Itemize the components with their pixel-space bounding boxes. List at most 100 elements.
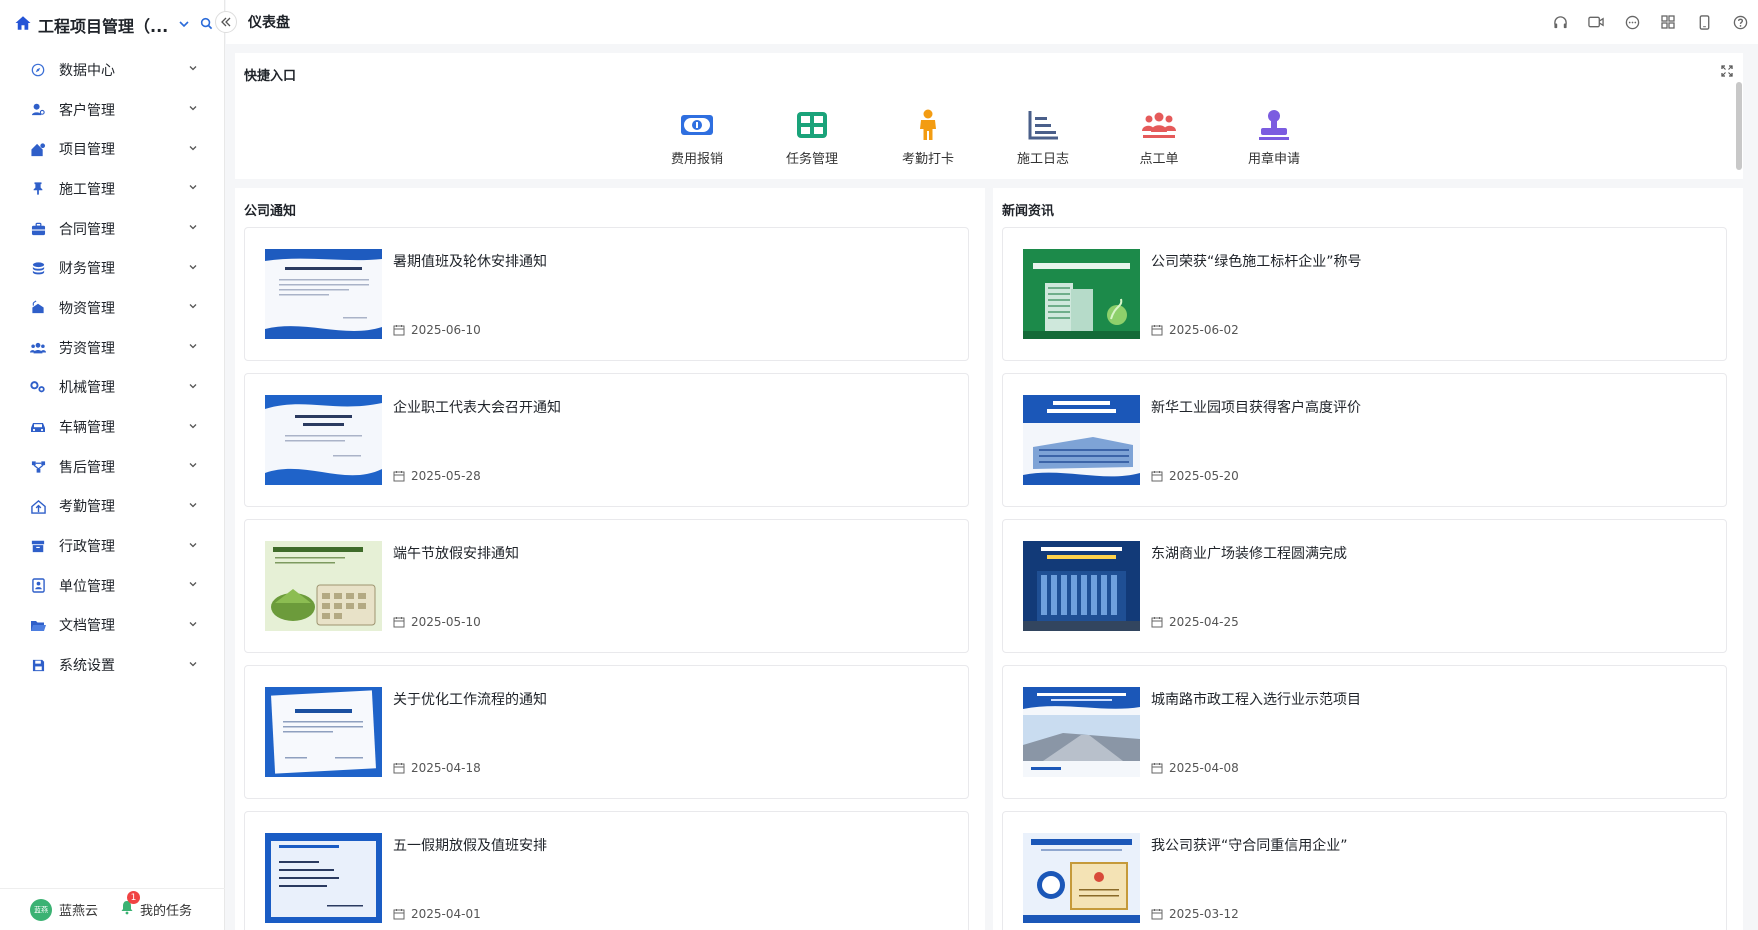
sidebar-item-construction[interactable]: 施工管理	[0, 169, 224, 209]
notice-card[interactable]: 关于优化工作流程的通知 2025-04-18	[244, 665, 969, 799]
quick-item-label: 费用报销	[670, 152, 723, 167]
sidebar-item-contract[interactable]: 合同管理	[0, 209, 224, 249]
notice-title[interactable]: 关于优化工作流程的通知	[393, 689, 547, 709]
sidebar-menu: 数据中心 客户管理 项目管理 施工管理 合同管理 财务管理 物资管理 劳资管理 …	[0, 50, 224, 685]
sidebar: 工程项目管理（... 数据中心 客户管理 项目管理 施工管理 合同管理 财务管理…	[0, 0, 225, 930]
notice-date-text: 2025-05-28	[411, 469, 481, 483]
network-icon	[30, 459, 46, 475]
news-title[interactable]: 我公司获评“守合同重信用企业”	[1151, 835, 1348, 855]
sidebar-item-after-sales[interactable]: 售后管理	[0, 447, 224, 487]
sidebar-item-label: 合同管理	[59, 221, 115, 238]
my-tasks-button[interactable]: 1 我的任务	[120, 891, 193, 919]
chevron-down-icon	[188, 460, 198, 473]
news-date: 2025-03-12	[1151, 907, 1239, 921]
chevron-down-icon	[188, 659, 198, 672]
news-panel: 新闻资讯 公司荣获“绿色施工标杆企业”称号 2025-06-02 新华工业园项目…	[993, 188, 1743, 930]
quick-entry-title: 快捷入口	[244, 69, 297, 84]
sidebar-item-label: 系统设置	[59, 658, 115, 675]
chevron-down-icon	[188, 579, 198, 592]
sidebar-item-label: 财务管理	[59, 261, 115, 278]
house-arrow-icon	[30, 498, 46, 514]
notice-card[interactable]: 端午节放假安排通知 2025-05-10	[244, 519, 969, 653]
sidebar-item-label: 车辆管理	[59, 420, 115, 437]
app-title[interactable]: 工程项目管理（...	[38, 13, 168, 37]
sidebar-item-attendance[interactable]: 考勤管理	[0, 487, 224, 527]
apps-grid-icon[interactable]	[1650, 15, 1686, 29]
quick-item-tasks[interactable]: 任务管理	[767, 109, 857, 167]
home-icon[interactable]	[14, 14, 32, 36]
notice-date: 2025-06-10	[393, 323, 481, 337]
sidebar-item-materials[interactable]: 物资管理	[0, 288, 224, 328]
fullscreen-icon[interactable]	[1721, 65, 1733, 81]
quick-item-work-order[interactable]: 点工单	[1114, 109, 1204, 167]
my-tasks-label: 我的任务	[140, 904, 193, 919]
sidebar-item-admin[interactable]: 行政管理	[0, 526, 224, 566]
sidebar-item-project[interactable]: 项目管理	[0, 129, 224, 169]
sidebar-item-unit[interactable]: 单位管理	[0, 566, 224, 606]
news-title[interactable]: 新华工业园项目获得客户高度评价	[1151, 397, 1361, 417]
chevron-down-icon	[188, 500, 198, 513]
scrollbar[interactable]	[1736, 82, 1742, 170]
sidebar-item-customer[interactable]: 客户管理	[0, 90, 224, 130]
quick-item-seal-request[interactable]: 用章申请	[1229, 109, 1319, 167]
notice-title[interactable]: 暑期值班及轮休安排通知	[393, 251, 547, 271]
quick-item-label: 点工单	[1139, 152, 1179, 167]
news-title[interactable]: 城南路市政工程入选行业示范项目	[1151, 689, 1361, 709]
video-icon[interactable]	[1578, 15, 1614, 29]
avatar[interactable]: 蓝燕	[30, 898, 52, 921]
notice-card[interactable]: 企业职工代表大会召开通知 2025-05-28	[244, 373, 969, 507]
grid-icon	[767, 109, 857, 141]
quick-item-label: 施工日志	[1016, 152, 1069, 167]
notice-title[interactable]: 端午节放假安排通知	[393, 543, 519, 563]
quick-item-label: 用章申请	[1247, 152, 1300, 167]
top-toolbar	[1542, 0, 1758, 44]
sidebar-item-machinery[interactable]: 机械管理	[0, 368, 224, 408]
chevron-down-icon	[188, 381, 198, 394]
news-card[interactable]: 我公司获评“守合同重信用企业” 2025-03-12	[1002, 811, 1727, 930]
chevron-down-icon	[188, 143, 198, 156]
sidebar-item-documents[interactable]: 文档管理	[0, 606, 224, 646]
user-name[interactable]: 蓝燕云	[59, 900, 98, 919]
notice-card[interactable]: 五一假期放假及值班安排 2025-04-01	[244, 811, 969, 930]
help-icon[interactable]	[1722, 15, 1758, 30]
news-date-text: 2025-04-25	[1169, 615, 1239, 629]
quick-item-attendance[interactable]: 考勤打卡	[883, 109, 973, 167]
notice-title[interactable]: 五一假期放假及值班安排	[393, 835, 547, 855]
sidebar-item-data-center[interactable]: 数据中心	[0, 50, 224, 90]
notice-date: 2025-04-01	[393, 907, 481, 921]
chat-icon[interactable]	[1614, 15, 1650, 30]
sidebar-item-label: 物资管理	[59, 300, 115, 317]
sidebar-item-finance[interactable]: 财务管理	[0, 248, 224, 288]
news-card[interactable]: 新华工业园项目获得客户高度评价 2025-05-20	[1002, 373, 1727, 507]
news-title[interactable]: 东湖商业广场装修工程圆满完成	[1151, 543, 1347, 563]
sidebar-item-vehicles[interactable]: 车辆管理	[0, 407, 224, 447]
sidebar-item-label: 项目管理	[59, 142, 115, 159]
news-date-text: 2025-03-12	[1169, 907, 1239, 921]
mobile-icon[interactable]	[1686, 14, 1722, 30]
notice-title[interactable]: 企业职工代表大会召开通知	[393, 397, 561, 417]
notice-thumbnail	[265, 541, 382, 631]
chevron-down-icon	[188, 540, 198, 553]
collapse-sidebar-button[interactable]	[215, 11, 237, 33]
compass-icon	[30, 62, 46, 78]
quick-item-expense[interactable]: 费用报销	[652, 109, 742, 167]
notification-badge: 1	[127, 891, 141, 904]
news-card[interactable]: 公司荣获“绿色施工标杆企业”称号 2025-06-02	[1002, 227, 1727, 361]
sidebar-item-settings[interactable]: 系统设置	[0, 645, 224, 685]
search-icon[interactable]	[200, 17, 213, 34]
chevron-down-icon[interactable]	[178, 18, 190, 33]
notice-card[interactable]: 暑期值班及轮休安排通知 2025-06-10	[244, 227, 969, 361]
id-card-icon	[30, 578, 46, 594]
headset-icon[interactable]	[1542, 15, 1578, 30]
news-card[interactable]: 东湖商业广场装修工程圆满完成 2025-04-25	[1002, 519, 1727, 653]
sidebar-item-label: 客户管理	[59, 102, 115, 119]
chevron-down-icon	[188, 262, 198, 275]
news-card[interactable]: 城南路市政工程入选行业示范项目 2025-04-08	[1002, 665, 1727, 799]
sidebar-item-labor[interactable]: 劳资管理	[0, 328, 224, 368]
quick-item-construction-log[interactable]: 施工日志	[998, 109, 1088, 167]
top-bar: 仪表盘	[226, 0, 1758, 44]
news-date: 2025-05-20	[1151, 469, 1239, 483]
news-title[interactable]: 公司荣获“绿色施工标杆企业”称号	[1151, 251, 1362, 271]
notice-date: 2025-04-18	[393, 761, 481, 775]
house-gear-icon	[30, 141, 46, 157]
